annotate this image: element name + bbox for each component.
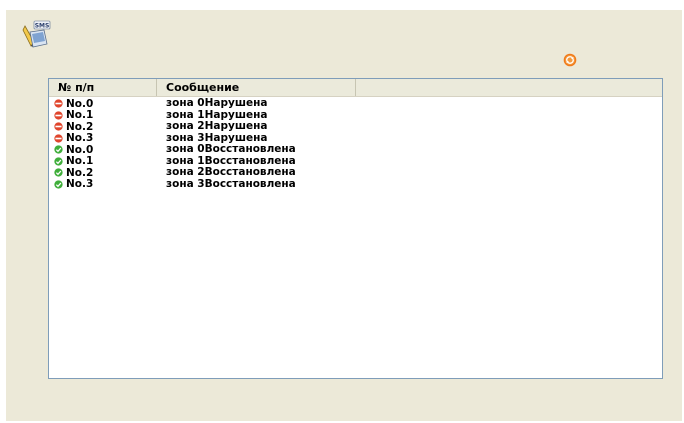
column-header-number[interactable]: № п/п [49,79,157,96]
message-list[interactable]: № п/п Сообщение No.0 зона 0Нарушена No.1… [48,78,663,379]
ok-status-icon [54,157,63,166]
row-number-cell: No.0 [49,144,157,156]
row-number: No.3 [66,178,94,191]
list-item[interactable]: No.0 зона 0Восстановлена [49,143,662,156]
row-number-cell: No.2 [49,167,157,179]
row-number-cell: No.2 [49,121,157,133]
list-item[interactable]: No.2 зона 2Восстановлена [49,166,662,179]
list-item[interactable]: No.1 зона 1Нарушена [49,109,662,121]
list-item[interactable]: No.3 зона 3Восстановлена [49,177,662,190]
ok-status-icon [54,180,63,189]
row-number-cell: No.1 [49,109,157,121]
row-message: зона 0Восстановлена [166,143,296,155]
row-number: No.0 [66,97,94,110]
row-number-cell: No.0 [49,98,157,110]
alarm-status-icon [54,99,63,108]
column-header-empty[interactable] [356,79,662,96]
row-number: No.1 [66,155,94,168]
row-message: зона 0Нарушена [166,97,268,109]
row-number: No.1 [66,109,94,122]
list-item[interactable]: No.2 зона 2Нарушена [49,120,662,133]
row-number: No.2 [66,120,94,133]
svg-text:SMS: SMS [35,22,50,29]
list-item[interactable]: No.0 зона 0Нарушена [49,97,662,110]
row-number-cell: No.3 [49,132,157,144]
list-item[interactable]: No.1 зона 1Восстановлена [49,155,662,167]
refresh-icon[interactable] [563,53,577,67]
list-body: No.0 зона 0Нарушена No.1 зона 1Нарушена … [49,97,662,190]
ok-status-icon [54,168,63,177]
column-header-message[interactable]: Сообщение [157,79,356,96]
row-message: зона 2Нарушена [166,120,268,132]
row-number: No.0 [66,143,94,156]
row-number-cell: No.3 [49,178,157,190]
alarm-status-icon [54,122,63,131]
alarm-status-icon [54,111,63,120]
ok-status-icon [54,145,63,154]
row-message: зона 3Восстановлена [166,177,296,190]
row-number: No.3 [66,132,94,145]
row-message: зона 2Восстановлена [166,166,296,178]
alarm-status-icon [54,134,63,143]
row-number: No.2 [66,166,94,179]
main-window: SMS № п/п Сообщение No.0 зона 0Нарушена … [6,10,682,421]
sms-icon: SMS [22,20,51,48]
list-item[interactable]: No.3 зона 3Нарушена [49,132,662,144]
row-number-cell: No.1 [49,155,157,167]
list-header: № п/п Сообщение [49,79,662,97]
